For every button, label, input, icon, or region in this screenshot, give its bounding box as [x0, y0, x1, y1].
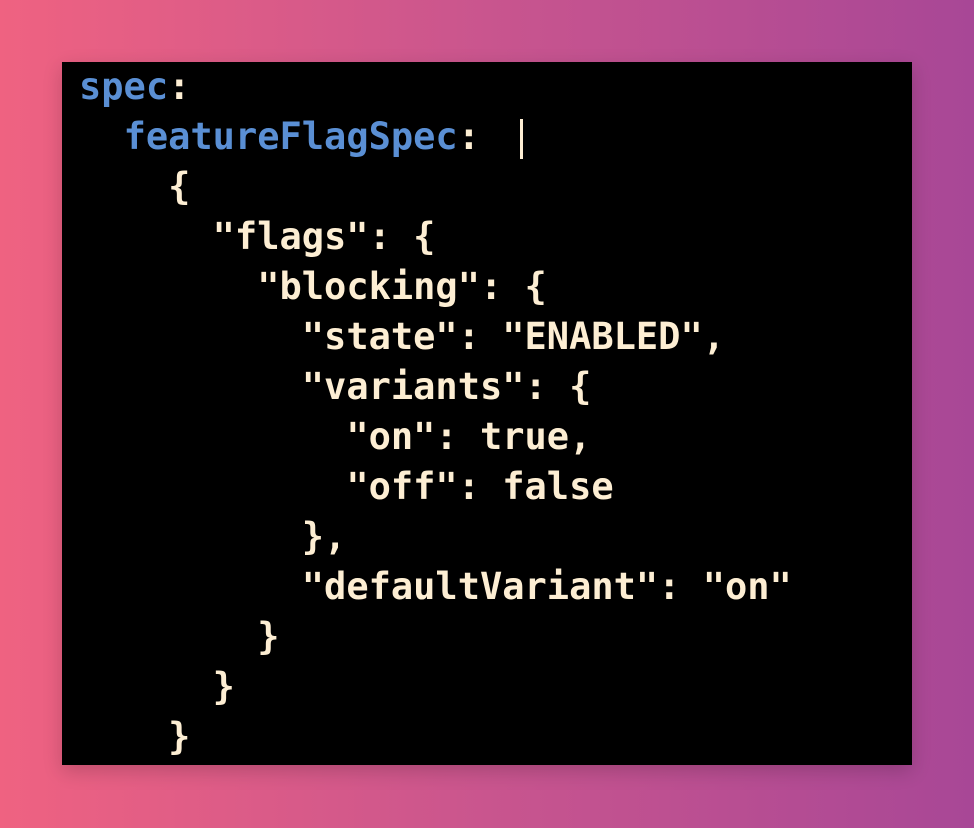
code-line: "flags": {: [79, 212, 792, 262]
code-line: "on": true,: [79, 412, 792, 462]
code-line: spec:: [79, 62, 792, 112]
code-text: "variants": {: [301, 365, 592, 408]
code-line: "variants": {: [79, 362, 792, 412]
code-line: "off": false: [79, 462, 792, 512]
code-line: "state": "ENABLED",: [79, 312, 792, 362]
code-line: "defaultVariant": "on": [79, 562, 792, 612]
text-cursor: [520, 118, 524, 159]
yaml-key: featureFlagSpec: [123, 115, 458, 158]
code-text: "on": true,: [346, 415, 592, 458]
code-text: "off": false: [346, 465, 614, 508]
code-line: }: [79, 612, 792, 662]
code-window: spec: featureFlagSpec: { "flags": { "blo…: [62, 62, 912, 765]
code-text: :: [168, 65, 191, 108]
code-text: },: [301, 515, 347, 558]
clipped-next-line: [227, 760, 527, 765]
code-text: }: [168, 715, 191, 758]
code-line: "blocking": {: [79, 262, 792, 312]
code-text: "blocking": {: [257, 265, 547, 308]
code-block: spec: featureFlagSpec: { "flags": { "blo…: [79, 62, 792, 762]
code-text: }: [212, 665, 235, 708]
code-line: featureFlagSpec:: [79, 112, 792, 162]
code-line: }: [79, 662, 792, 712]
code-text: "defaultVariant": "on": [301, 565, 792, 608]
yaml-key: spec: [79, 65, 169, 108]
code-line: }: [79, 712, 792, 762]
code-text: "state": "ENABLED",: [301, 315, 726, 358]
code-line: {: [79, 162, 792, 212]
code-text: }: [257, 615, 280, 658]
code-text: {: [168, 165, 191, 208]
code-text: :: [457, 115, 503, 158]
code-line: },: [79, 512, 792, 562]
code-text: "flags": {: [212, 215, 436, 258]
